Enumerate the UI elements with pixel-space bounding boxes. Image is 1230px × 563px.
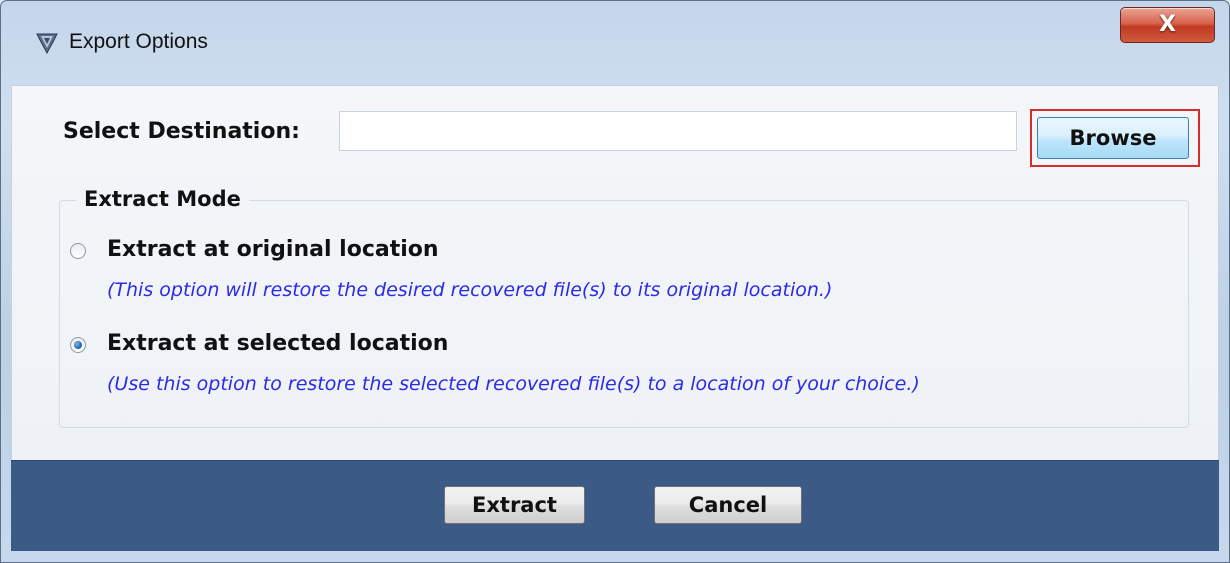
option-selected-description: (Use this option to restore the selected… [107,373,920,395]
cancel-button[interactable]: Cancel [654,486,802,524]
radio-original-location[interactable] [70,243,86,259]
window-title: Export Options [69,30,208,53]
dialog-content: Select Destination: Browse Extract Mode … [11,85,1219,462]
extract-button[interactable]: Extract [444,486,585,524]
option-selected-label[interactable]: Extract at selected location [107,331,448,356]
shield-logo-icon [35,31,59,55]
option-original-description: (This option will restore the desired re… [107,279,833,301]
close-icon: X [1159,12,1176,37]
radio-selected-location[interactable] [70,337,86,353]
destination-path-input[interactable] [339,111,1017,151]
close-button[interactable]: X [1120,7,1215,43]
browse-button[interactable]: Browse [1037,117,1189,159]
extract-mode-legend: Extract Mode [76,187,249,211]
option-original-label[interactable]: Extract at original location [107,237,439,262]
dialog-footer: Extract Cancel [11,460,1219,551]
title-bar: Export Options X [1,1,1229,79]
destination-label: Select Destination: [63,119,300,144]
export-options-window: Export Options X Select Destination: Bro… [0,0,1230,563]
